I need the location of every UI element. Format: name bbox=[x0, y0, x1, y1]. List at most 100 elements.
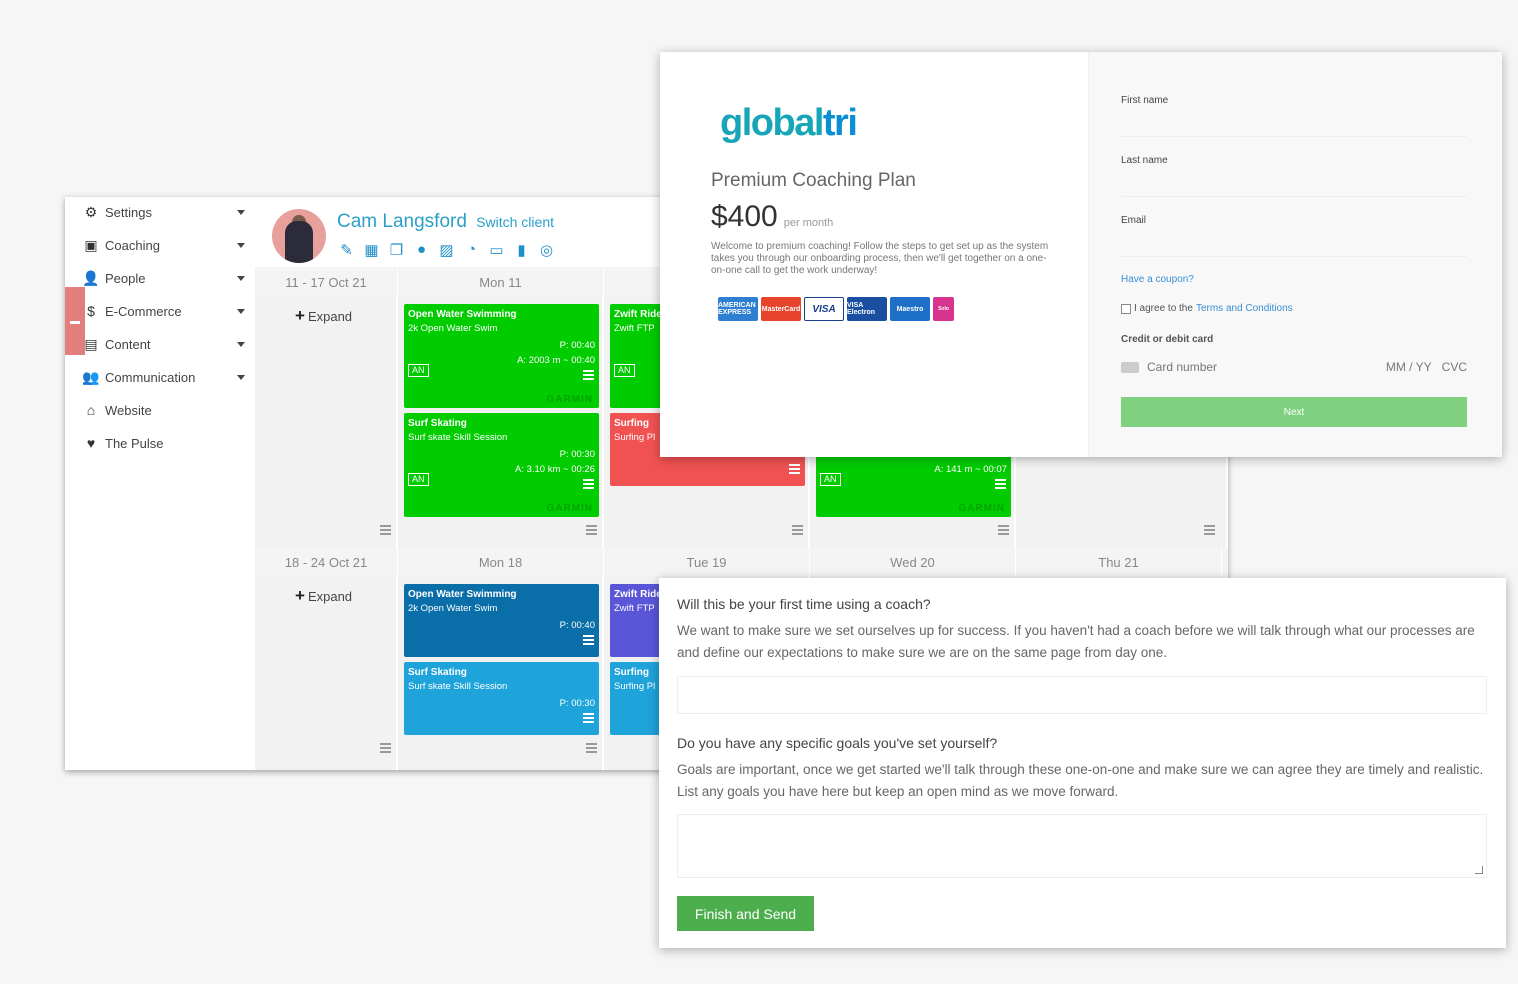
edit-icon[interactable]: ✎ bbox=[337, 240, 356, 259]
week-menu-icon[interactable] bbox=[380, 743, 391, 753]
file-icon[interactable]: ▮ bbox=[512, 240, 531, 259]
athlete-badge: AN bbox=[408, 473, 429, 486]
coupon-link[interactable]: Have a coupon? bbox=[1121, 274, 1194, 285]
week-summary-column: + Expand bbox=[255, 296, 398, 548]
solo-logo-icon: Solo bbox=[933, 297, 954, 321]
card-cvc-field[interactable]: CVC bbox=[1442, 360, 1467, 374]
workout-card[interactable]: Surf Skating Surf skate Skill Session P:… bbox=[404, 662, 599, 735]
expand-label: Expand bbox=[307, 309, 353, 324]
card-menu-icon[interactable] bbox=[789, 464, 800, 474]
garmin-logo: GARMIN bbox=[546, 503, 593, 514]
card-menu-icon[interactable] bbox=[583, 479, 594, 489]
workout-card[interactable]: Open Water Swimming 2k Open Water Swim P… bbox=[404, 304, 599, 408]
client-name: Cam Langsford Switch client bbox=[337, 211, 554, 233]
terms-link[interactable]: Terms and Conditions bbox=[1196, 303, 1293, 314]
garmin-logo: GARMIN bbox=[958, 503, 1005, 514]
image-icon[interactable]: ▨ bbox=[437, 240, 456, 259]
workout-title: Surf Skating bbox=[408, 667, 467, 678]
copy-icon[interactable]: ❐ bbox=[387, 240, 406, 259]
week-summary-column: + Expand bbox=[255, 576, 398, 770]
sidebar-item-website[interactable]: ⌂ Website bbox=[79, 395, 249, 425]
workout-subtitle: Surf skate Skill Session bbox=[408, 681, 508, 692]
sidebar-item-label: Content bbox=[105, 336, 151, 352]
question-1-input[interactable] bbox=[677, 676, 1487, 714]
sidebar-item-label: Communication bbox=[105, 369, 196, 385]
day-menu-icon[interactable] bbox=[586, 525, 597, 535]
sidebar-item-label: The Pulse bbox=[105, 435, 164, 451]
workout-card[interactable]: Open Water Swimming 2k Open Water Swim P… bbox=[404, 584, 599, 657]
sidebar-item-communication[interactable]: 👥 Communication bbox=[79, 362, 249, 392]
day-menu-icon[interactable] bbox=[792, 525, 803, 535]
sidebar-item-label: E-Commerce bbox=[105, 303, 182, 319]
question-2-description: Goals are important, once we get started… bbox=[677, 762, 1484, 799]
week-menu-icon[interactable] bbox=[380, 525, 391, 535]
finish-and-send-button[interactable]: Finish and Send bbox=[677, 896, 814, 931]
workout-title: Open Water Swimming bbox=[408, 589, 517, 600]
caret-down-icon bbox=[237, 375, 245, 380]
planned-duration: P: 00:30 bbox=[559, 698, 595, 709]
caret-down-icon bbox=[237, 342, 245, 347]
card-menu-icon[interactable] bbox=[995, 479, 1006, 489]
dashboard-icon[interactable]: ◔ bbox=[462, 240, 481, 259]
onboarding-questions: Will this be your first time using a coa… bbox=[659, 578, 1506, 948]
visa-electron-logo-icon: VISA Electron bbox=[847, 297, 887, 321]
terms-checkbox[interactable] bbox=[1121, 303, 1131, 314]
actual-result: A: 3.10 km ~ 00:26 bbox=[514, 464, 595, 475]
question-2-textarea[interactable] bbox=[677, 814, 1487, 878]
sidebar-item-label: Website bbox=[105, 402, 152, 418]
sidebar-item-label: People bbox=[105, 270, 146, 286]
expand-label: Expand bbox=[307, 589, 353, 604]
user-icon[interactable]: ● bbox=[412, 240, 431, 259]
sidebar-item-settings[interactable]: ⚙ Settings bbox=[79, 197, 249, 227]
actual-result: A: 2003 m ~ 00:40 bbox=[517, 355, 595, 366]
home-icon: ⌂ bbox=[86, 402, 96, 418]
sidebar-item-people[interactable]: 👤 People bbox=[79, 263, 249, 293]
sidebar-item-ecommerce[interactable]: $ E-Commerce bbox=[79, 296, 249, 326]
day-header-thu: Thu 21 bbox=[1016, 548, 1222, 576]
caret-down-icon bbox=[237, 243, 245, 248]
client-name-text: Cam Langsford bbox=[337, 211, 467, 232]
terms-label: I agree to the bbox=[1134, 303, 1193, 314]
card-menu-icon[interactable] bbox=[583, 713, 594, 723]
athlete-badge: AN bbox=[408, 364, 429, 377]
email-label: Email bbox=[1121, 215, 1147, 226]
price-period: per month bbox=[783, 217, 834, 229]
card-input[interactable]: Card number MM / YY CVC bbox=[1121, 354, 1467, 380]
card-label: Credit or debit card bbox=[1121, 334, 1214, 345]
coaching-board-icon: ▣ bbox=[84, 236, 98, 253]
expand-button[interactable]: + Expand bbox=[295, 586, 352, 606]
question-1-description: We want to make sure we set ourselves up… bbox=[677, 623, 1475, 660]
card-menu-icon[interactable] bbox=[583, 635, 594, 645]
card-menu-icon[interactable] bbox=[583, 370, 594, 380]
question-1-title: Will this be your first time using a coa… bbox=[677, 596, 931, 612]
sidebar-item-content[interactable]: ▤ Content bbox=[79, 329, 249, 359]
globaltri-logo: globaltri bbox=[720, 102, 858, 145]
email-field[interactable] bbox=[1121, 229, 1467, 257]
next-button[interactable]: Next bbox=[1121, 397, 1467, 427]
sidebar-item-coaching[interactable]: ▣ Coaching bbox=[79, 230, 249, 260]
day-menu-icon[interactable] bbox=[586, 743, 597, 753]
target-icon[interactable]: ◎ bbox=[537, 240, 556, 259]
workout-subtitle: Surf skate Skill Session bbox=[408, 432, 508, 443]
expand-button[interactable]: + Expand bbox=[295, 306, 352, 326]
workout-card[interactable]: Surf Skating Surf skate Skill Session P:… bbox=[404, 413, 599, 517]
sidebar: ▬ ⚙ Settings ▣ Coaching 👤 People $ E-Com… bbox=[65, 197, 255, 770]
day-menu-icon[interactable] bbox=[998, 525, 1009, 535]
first-name-field[interactable] bbox=[1121, 109, 1467, 137]
sidebar-item-the-pulse[interactable]: ♥ The Pulse bbox=[79, 428, 249, 458]
card-number-field[interactable]: Card number bbox=[1147, 360, 1386, 374]
calendar-icon[interactable]: ▦ bbox=[362, 240, 381, 259]
logo-text-global: global bbox=[720, 102, 824, 144]
question-2-title: Do you have any specific goals you've se… bbox=[677, 735, 998, 751]
money-icon[interactable]: ▭ bbox=[487, 240, 506, 259]
resize-handle-icon[interactable] bbox=[1475, 866, 1483, 874]
garmin-logo: GARMIN bbox=[546, 394, 593, 405]
visa-logo-icon: VISA bbox=[804, 297, 844, 321]
card-expiry-field[interactable]: MM / YY bbox=[1386, 360, 1432, 374]
client-avatar[interactable] bbox=[272, 209, 326, 263]
logo-text-tri: tri bbox=[822, 102, 858, 144]
day-menu-icon[interactable] bbox=[1204, 525, 1215, 535]
switch-client-link[interactable]: Switch client bbox=[476, 214, 554, 230]
maestro-logo-icon: Maestro bbox=[890, 297, 930, 321]
last-name-field[interactable] bbox=[1121, 169, 1467, 197]
